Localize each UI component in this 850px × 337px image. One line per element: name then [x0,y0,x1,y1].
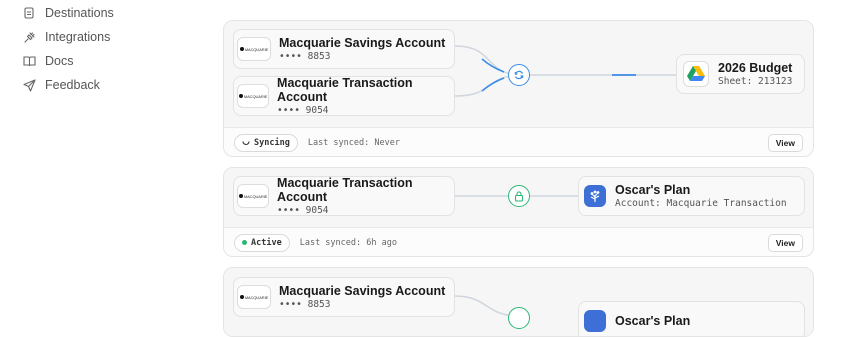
file-icon [22,6,36,20]
destination-name: Oscar's Plan [615,314,691,328]
sidebar-item-label: Feedback [45,78,100,92]
macquarie-logo: MACQUARIE [237,84,270,108]
spinner-icon [242,139,250,147]
sidebar-item-label: Integrations [45,30,111,44]
macquarie-logo: MACQUARIE [237,285,271,309]
source-name: Macquarie Savings Account [279,283,446,298]
source-number: •••• 9054 [277,204,329,216]
send-icon [22,78,36,92]
destination-detail: Account: Macquarie Transaction [615,197,787,209]
destination-name: 2026 Budget [718,60,793,75]
lock-icon [508,307,530,329]
source-number: •••• 8853 [279,50,331,62]
source-account[interactable]: MACQUARIE Macquarie Transaction Account … [233,76,455,116]
source-name: Macquarie Savings Account [279,35,446,50]
tree-icon [584,310,606,332]
sidebar-item-label: Docs [45,54,74,68]
source-number: •••• 9054 [277,104,329,116]
destination-sheet[interactable]: 2026 Budget Sheet: 213123 [676,54,805,94]
status-dot [242,240,247,245]
google-drive-icon [683,61,709,87]
destination-plan[interactable]: Oscar's Plan Account: Macquarie Transact… [578,176,805,216]
source-account[interactable]: MACQUARIE Macquarie Savings Account ••••… [233,277,455,317]
sync-card: MACQUARIE Macquarie Transaction Account … [223,167,814,257]
sidebar-item-integrations[interactable]: Integrations [22,25,182,49]
status-badge: Active [234,233,290,252]
card-footer: Syncing Last synced: Never View [224,127,813,156]
source-name: Macquarie Transaction Account [277,75,413,104]
source-account[interactable]: MACQUARIE Macquarie Transaction Account … [233,176,455,216]
plug-icon [22,30,36,44]
sidebar-item-destinations[interactable]: Destinations [22,1,182,25]
destination-name: Oscar's Plan [615,182,691,197]
last-synced: Last synced: 6h ago [299,237,397,248]
destination-detail: Sheet: 213123 [718,75,793,87]
lock-icon [508,185,530,207]
macquarie-logo: MACQUARIE [237,37,271,61]
sync-card: MACQUARIE Macquarie Savings Account ••••… [223,267,814,337]
view-button[interactable]: View [767,233,803,252]
view-button[interactable]: View [767,133,803,152]
book-icon [22,54,36,68]
tree-icon [584,185,606,207]
destination-plan[interactable]: Oscar's Plan [578,301,805,336]
sync-card: MACQUARIE Macquarie Savings Account ••••… [223,20,814,157]
last-synced: Last synced: Never [307,137,400,148]
source-number: •••• 8853 [279,298,331,310]
macquarie-logo: MACQUARIE [237,184,270,208]
sidebar-item-label: Destinations [45,6,114,20]
sidebar-item-feedback[interactable]: Feedback [22,73,182,97]
source-name: Macquarie Transaction Account [277,175,413,204]
source-account[interactable]: MACQUARIE Macquarie Savings Account ••••… [233,29,455,69]
sidebar-item-docs[interactable]: Docs [22,49,182,73]
sync-icon [508,64,530,86]
sidebar: Destinations Integrations Docs Feedback [22,0,182,97]
card-footer: Active Last synced: 6h ago View [224,227,813,256]
status-badge: Syncing [234,133,298,152]
